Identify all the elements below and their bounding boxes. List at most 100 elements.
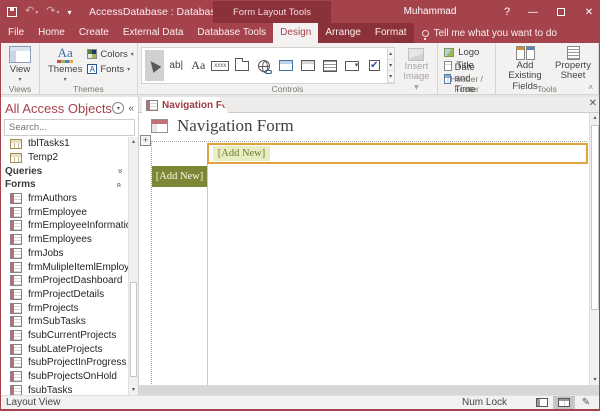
form-header[interactable]: Navigation Form [139, 113, 589, 139]
horizontal-navigation-band[interactable]: [Add New] [207, 143, 588, 164]
undo-button[interactable]: ↶▾ [25, 0, 38, 24]
sidebar-item-Temp2[interactable]: Temp2 [1, 151, 128, 165]
button-control[interactable]: xxxx [211, 50, 230, 81]
sidebar-item-frmEmployees[interactable]: frmEmployees [1, 233, 128, 247]
sidebar-item-frmMulipleItemlEmployee[interactable]: frmMulipleItemlEmployee [1, 260, 128, 274]
design-view-icon: ✎ [582, 398, 590, 408]
doc-scroll-up-icon[interactable]: ▴ [590, 113, 600, 124]
sidebar-group-queries[interactable]: Queries« [1, 164, 128, 178]
label-icon: Aa [191, 58, 205, 73]
sidebar-item-frmEmployeeInformation[interactable]: frmEmployeeInformation [1, 219, 128, 233]
group-label-controls: Controls [138, 84, 437, 94]
add-new-tab-vertical[interactable]: [Add New] [152, 166, 207, 187]
design-view-button[interactable]: ✎ [575, 396, 597, 409]
text-box-control[interactable]: ab| [167, 50, 186, 81]
gallery-more-button[interactable]: ▾ [388, 71, 394, 83]
sidebar-item-fsubProjectInProgress[interactable]: fsubProjectInProgress [1, 356, 128, 370]
doc-scroll-thumb[interactable] [591, 125, 599, 310]
maximize-button[interactable] [549, 1, 573, 23]
shutter-bar-close-icon[interactable]: « [128, 103, 134, 114]
combo-box-control[interactable] [343, 50, 362, 81]
scroll-up-icon[interactable]: ▴ [129, 137, 138, 147]
redo-button[interactable]: ↷▾ [46, 0, 59, 24]
form-view-icon [536, 398, 548, 407]
sidebar-scrollbar[interactable]: ▴ ▾ [128, 137, 138, 395]
form-icon [10, 234, 22, 245]
customize-qat-button[interactable]: ▾ [67, 8, 70, 17]
tell-me-box[interactable]: Tell me what you want to do [414, 23, 565, 43]
form-icon [10, 330, 22, 341]
sidebar-item-frmProjectDashboard[interactable]: frmProjectDashboard [1, 274, 128, 288]
save-icon[interactable] [7, 7, 17, 17]
web-browser-icon [279, 60, 293, 71]
subform-control[interactable] [321, 50, 340, 81]
label-control[interactable]: Aa [189, 50, 208, 81]
form-title: Navigation Form [177, 116, 294, 136]
add-new-tab-horizontal[interactable]: [Add New] [213, 146, 270, 161]
tab-home[interactable]: Home [31, 23, 72, 43]
logo-icon [444, 48, 454, 57]
navigation-pane-title[interactable]: All Access Objects [5, 101, 112, 116]
fonts-button[interactable]: A Fonts▾ [87, 63, 133, 75]
tab-create[interactable]: Create [72, 23, 116, 43]
close-button[interactable]: ✕ [577, 1, 600, 23]
view-button[interactable]: View ▾ [4, 45, 36, 84]
sidebar-item-frmEmployee[interactable]: frmEmployee [1, 205, 128, 219]
check-box-control[interactable]: ✔ [365, 50, 384, 81]
sidebar-list: tblTasks1Temp2Queries«Forms«frmAuthorsfr… [1, 137, 128, 395]
form-icon [10, 220, 22, 231]
view-status-label: Layout View [6, 396, 60, 409]
themes-button[interactable]: Aa Themes ▾ [43, 45, 87, 84]
tab-external-data[interactable]: External Data [116, 23, 191, 43]
sidebar-item-tblTasks1[interactable]: tblTasks1 [1, 137, 128, 151]
document-area: Navigation Form ✕ Navigation Form + [Add… [139, 97, 600, 395]
tab-file[interactable]: File [1, 23, 31, 43]
sidebar-item-frmProjectDetails[interactable]: frmProjectDetails [1, 288, 128, 302]
fonts-icon: A [87, 64, 97, 74]
tab-control[interactable] [233, 50, 252, 81]
property-sheet-button[interactable]: Property Sheet [551, 45, 595, 83]
ribbon-tabs: FileHomeCreateExternal DataDatabase Tool… [1, 23, 414, 43]
sidebar-item-frmAuthors[interactable]: frmAuthors [1, 192, 128, 206]
sidebar-item-fsubTasks[interactable]: fsubTasks [1, 383, 128, 395]
scroll-down-icon[interactable]: ▾ [129, 385, 138, 395]
sidebar-scroll-thumb[interactable] [130, 282, 137, 377]
hyperlink-control[interactable] [255, 50, 274, 81]
sidebar-group-forms[interactable]: Forms« [1, 178, 128, 192]
colors-button[interactable]: Colors▾ [87, 48, 133, 60]
tab-arrange[interactable]: Arrange [318, 23, 368, 43]
nav-pane-menu-icon[interactable]: ▾ [112, 102, 124, 114]
num-lock-indicator: Num Lock [462, 396, 507, 409]
gallery-scroll-down[interactable]: ▾ [388, 60, 394, 72]
document-horizontal-scrollbar[interactable] [139, 385, 600, 395]
collapse-ribbon-button[interactable]: ˄ [588, 83, 593, 92]
close-document-icon[interactable]: ✕ [589, 98, 597, 109]
tab-database-tools[interactable]: Database Tools [190, 23, 273, 43]
document-tab-navigation-form[interactable]: Navigation Form [142, 97, 228, 113]
search-input[interactable] [9, 122, 141, 133]
sidebar-item-frmJobs[interactable]: frmJobs [1, 247, 128, 261]
sidebar-item-frmProjects[interactable]: frmProjects [1, 301, 128, 315]
web-browser-control[interactable] [277, 50, 296, 81]
sidebar-item-fsubLateProjects[interactable]: fsubLateProjects [1, 342, 128, 356]
form-view-button[interactable] [531, 396, 553, 409]
sidebar-item-fsubCurrentProjects[interactable]: fsubCurrentProjects [1, 329, 128, 343]
tab-format[interactable]: Format [368, 23, 414, 43]
add-existing-fields-icon [516, 46, 535, 60]
layout-move-handle[interactable]: + [140, 135, 151, 146]
select-pointer[interactable] [145, 50, 164, 81]
help-button[interactable]: ? [497, 1, 517, 23]
gallery-scroll-up[interactable]: ▴ [388, 48, 394, 60]
tab-design[interactable]: Design [273, 23, 318, 43]
form-icon [10, 357, 22, 368]
layout-view-icon [558, 398, 570, 407]
minimize-button[interactable]: — [521, 1, 545, 23]
navigation-control[interactable] [299, 50, 318, 81]
sidebar-item-frmSubTasks[interactable]: frmSubTasks [1, 315, 128, 329]
logo-button[interactable]: Logo [441, 47, 492, 58]
document-vertical-scrollbar[interactable]: ▴ ▾ [589, 113, 600, 386]
layout-view-button[interactable] [553, 396, 575, 409]
sidebar-item-fsubProjectsOnHold[interactable]: fsubProjectsOnHold [1, 370, 128, 384]
search-box[interactable] [4, 119, 135, 136]
group-label-views: Views [1, 84, 39, 94]
